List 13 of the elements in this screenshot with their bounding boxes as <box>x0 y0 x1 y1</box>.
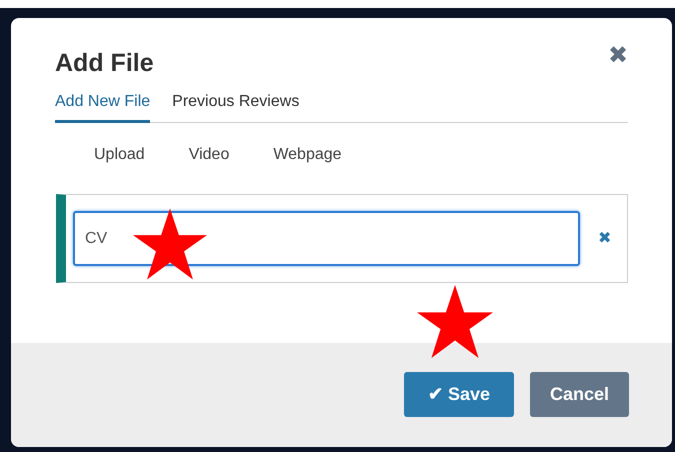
tab[interactable]: Previous Reviews <box>172 90 300 123</box>
source-tab[interactable]: Video <box>188 143 230 167</box>
star-icon <box>417 285 493 358</box>
close-button[interactable]: ✖ <box>608 44 628 68</box>
source-tab[interactable]: Upload <box>94 143 145 167</box>
save-button[interactable]: ✔ Save <box>404 372 514 417</box>
tab[interactable]: Add New File <box>55 90 150 123</box>
source-tab[interactable]: Webpage <box>273 143 342 167</box>
input-field[interactable]: CV <box>73 211 580 266</box>
dialog-title: Add File <box>55 48 154 78</box>
remove-button[interactable]: ✖ <box>598 226 611 250</box>
star-icon <box>133 208 207 280</box>
cancel-button[interactable]: Cancel <box>530 372 629 417</box>
